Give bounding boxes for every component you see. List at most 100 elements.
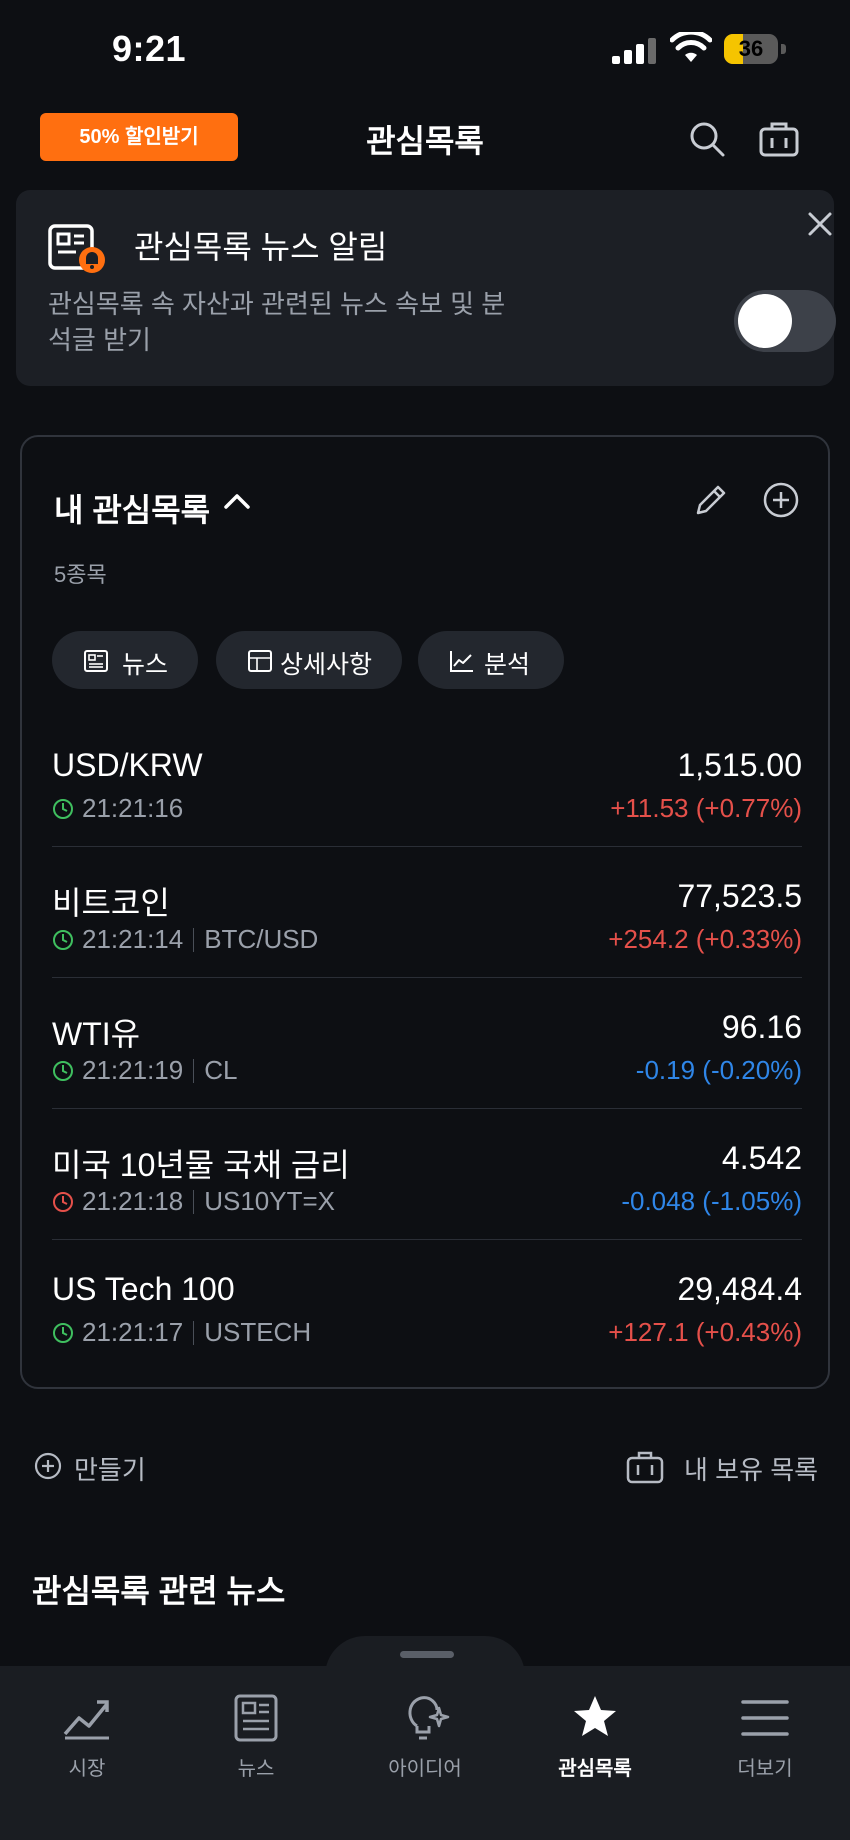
- tab-news[interactable]: 뉴스: [191, 1692, 321, 1792]
- change-percent: (+0.77%): [695, 793, 802, 823]
- battery-body: 36: [724, 34, 778, 64]
- asset-time: 21:21:18: [82, 1186, 184, 1216]
- app-header: 50% 할인받기 관심목록: [0, 100, 850, 180]
- news-bell-icon: [48, 224, 105, 273]
- tab-market-label: 시장: [68, 1758, 106, 1780]
- briefcase-icon: [626, 1451, 664, 1484]
- asset-row[interactable]: 미국 10년물 국채 금리 21:21:18 US10YT=X 4.542 -0.048…: [52, 1110, 802, 1240]
- chip-details-label: 상세사항: [280, 651, 373, 679]
- battery-indicator: 36: [724, 34, 786, 64]
- alert-description: 관심목록 속 자산과 관련된 뉴스 속보 및 분석글 받기: [48, 289, 506, 355]
- asset-price: 77,523.5: [677, 878, 802, 914]
- asset-symbol: US10YT=X: [204, 1186, 336, 1216]
- add-circle-icon: [34, 1452, 62, 1480]
- asset-price: 96.16: [721, 1009, 802, 1045]
- tab-market[interactable]: 시장: [22, 1692, 152, 1792]
- change-percent: (+0.33%): [695, 924, 802, 954]
- change-value: +11.53: [610, 793, 689, 823]
- news-alert-toggle[interactable]: [734, 290, 836, 352]
- sheet-handle[interactable]: [400, 1651, 454, 1658]
- pencil-icon[interactable]: [692, 481, 730, 519]
- asset-symbol: CL: [204, 1055, 238, 1085]
- change-percent: (-0.20%): [702, 1055, 802, 1085]
- watchlist-card: 내 관심목록 5종목 뉴스 상세사항 분석 USD/KRW 21:21:16 1…: [20, 435, 830, 1389]
- chip-analysis[interactable]: 분석: [418, 631, 564, 689]
- asset-change: +254.2 (+0.33%): [608, 924, 802, 955]
- meta-separator: [193, 1058, 195, 1083]
- asset-name: 비트코인: [52, 885, 170, 921]
- change-value: +127.1: [608, 1317, 689, 1347]
- toggle-knob: [738, 294, 792, 348]
- alert-title: 관심목록 뉴스 알림: [134, 229, 388, 265]
- search-icon[interactable]: [686, 118, 728, 160]
- chevron-up-icon[interactable]: [222, 491, 252, 511]
- meta-separator: [193, 927, 195, 952]
- asset-row[interactable]: WTI유 21:21:19 CL 96.16 -0.19 (-0.20%): [52, 979, 802, 1109]
- tab-more[interactable]: 더보기: [700, 1692, 830, 1792]
- change-value: -0.048: [621, 1186, 696, 1216]
- bottom-tab-bar: 시장 뉴스 아이디어 관심목록 더보기: [0, 1666, 850, 1840]
- clock-icon: [53, 929, 73, 950]
- asset-change: +127.1 (+0.43%): [608, 1317, 802, 1348]
- asset-price: 4.542: [721, 1140, 802, 1176]
- asset-price: 1,515.00: [677, 747, 802, 783]
- asset-change: -0.19 (-0.20%): [636, 1055, 802, 1086]
- asset-symbol: USTECH: [204, 1317, 312, 1347]
- my-holdings-button[interactable]: 내 보유 목록: [626, 1446, 826, 1486]
- asset-meta: 21:21:18 US10YT=X: [52, 1186, 335, 1217]
- asset-row[interactable]: US Tech 100 21:21:17 USTECH 29,484.4 +127.1 …: [52, 1241, 802, 1371]
- asset-row[interactable]: USD/KRW 21:21:16 1,515.00 +11.53 (+0.77%): [52, 717, 802, 847]
- newspaper-icon: [84, 650, 108, 672]
- change-value: -0.19: [635, 1055, 696, 1085]
- promo-discount-button[interactable]: 50% 할인받기: [40, 113, 238, 161]
- wifi-icon: [670, 32, 712, 62]
- chip-news[interactable]: 뉴스: [52, 631, 198, 689]
- asset-time: 21:21:16: [82, 793, 184, 823]
- newspaper-icon: [234, 1694, 278, 1742]
- clock-icon: [53, 1191, 73, 1212]
- battery-tip: [781, 44, 786, 54]
- tab-watchlist[interactable]: 관심목록: [530, 1692, 660, 1792]
- watchlist-title[interactable]: 내 관심목록: [54, 485, 210, 531]
- battery-percent: 36: [738, 36, 764, 61]
- menu-icon: [741, 1700, 789, 1736]
- asset-name: USD/KRW: [52, 747, 203, 783]
- briefcase-icon[interactable]: [758, 118, 800, 160]
- clock-icon: [53, 798, 73, 819]
- change-value: +254.2: [608, 924, 689, 954]
- cellular-signal-icon: [612, 38, 656, 64]
- news-alert-card: 관심목록 뉴스 알림 관심목록 속 자산과 관련된 뉴스 속보 및 분석글 받기: [16, 190, 836, 386]
- meta-separator: [193, 1189, 195, 1214]
- change-percent: (+0.43%): [695, 1317, 802, 1347]
- watchlist-count: 5종목: [54, 562, 107, 587]
- market-chart-icon: [63, 1700, 109, 1740]
- star-icon: [574, 1696, 616, 1736]
- clock-icon: [53, 1322, 73, 1343]
- tab-ideas-label: 아이디어: [388, 1758, 462, 1780]
- asset-meta: 21:21:14 BTC/USD: [52, 924, 318, 955]
- status-time: 9:21: [112, 28, 187, 69]
- asset-time: 21:21:14: [82, 924, 184, 954]
- asset-symbol: BTC/USD: [204, 924, 319, 954]
- close-icon[interactable]: [802, 206, 838, 242]
- chart-line-icon: [450, 651, 473, 672]
- asset-change: -0.048 (-1.05%): [621, 1186, 802, 1217]
- related-news-heading: 관심목록 관련 뉴스: [32, 1573, 286, 1609]
- table-icon: [248, 650, 272, 672]
- chip-news-label: 뉴스: [122, 651, 169, 679]
- asset-time: 21:21:19: [82, 1055, 184, 1085]
- chip-analysis-label: 분석: [484, 651, 531, 679]
- tab-ideas[interactable]: 아이디어: [360, 1692, 490, 1792]
- add-circle-icon[interactable]: [762, 481, 800, 519]
- lightbulb-icon: [408, 1696, 450, 1740]
- holdings-label: 내 보유 목록: [684, 1455, 819, 1485]
- asset-row[interactable]: 비트코인 21:21:14 BTC/USD 77,523.5 +254.2 (+0.33…: [52, 848, 802, 978]
- status-bar: 9:21 36: [0, 0, 850, 100]
- clock-icon: [53, 1060, 73, 1081]
- asset-name: US Tech 100: [52, 1271, 235, 1307]
- tab-more-label: 더보기: [737, 1758, 793, 1780]
- asset-meta: 21:21:17 USTECH: [52, 1317, 311, 1348]
- asset-change: +11.53 (+0.77%): [610, 793, 802, 824]
- chip-details[interactable]: 상세사항: [216, 631, 402, 689]
- change-percent: (-1.05%): [702, 1186, 802, 1216]
